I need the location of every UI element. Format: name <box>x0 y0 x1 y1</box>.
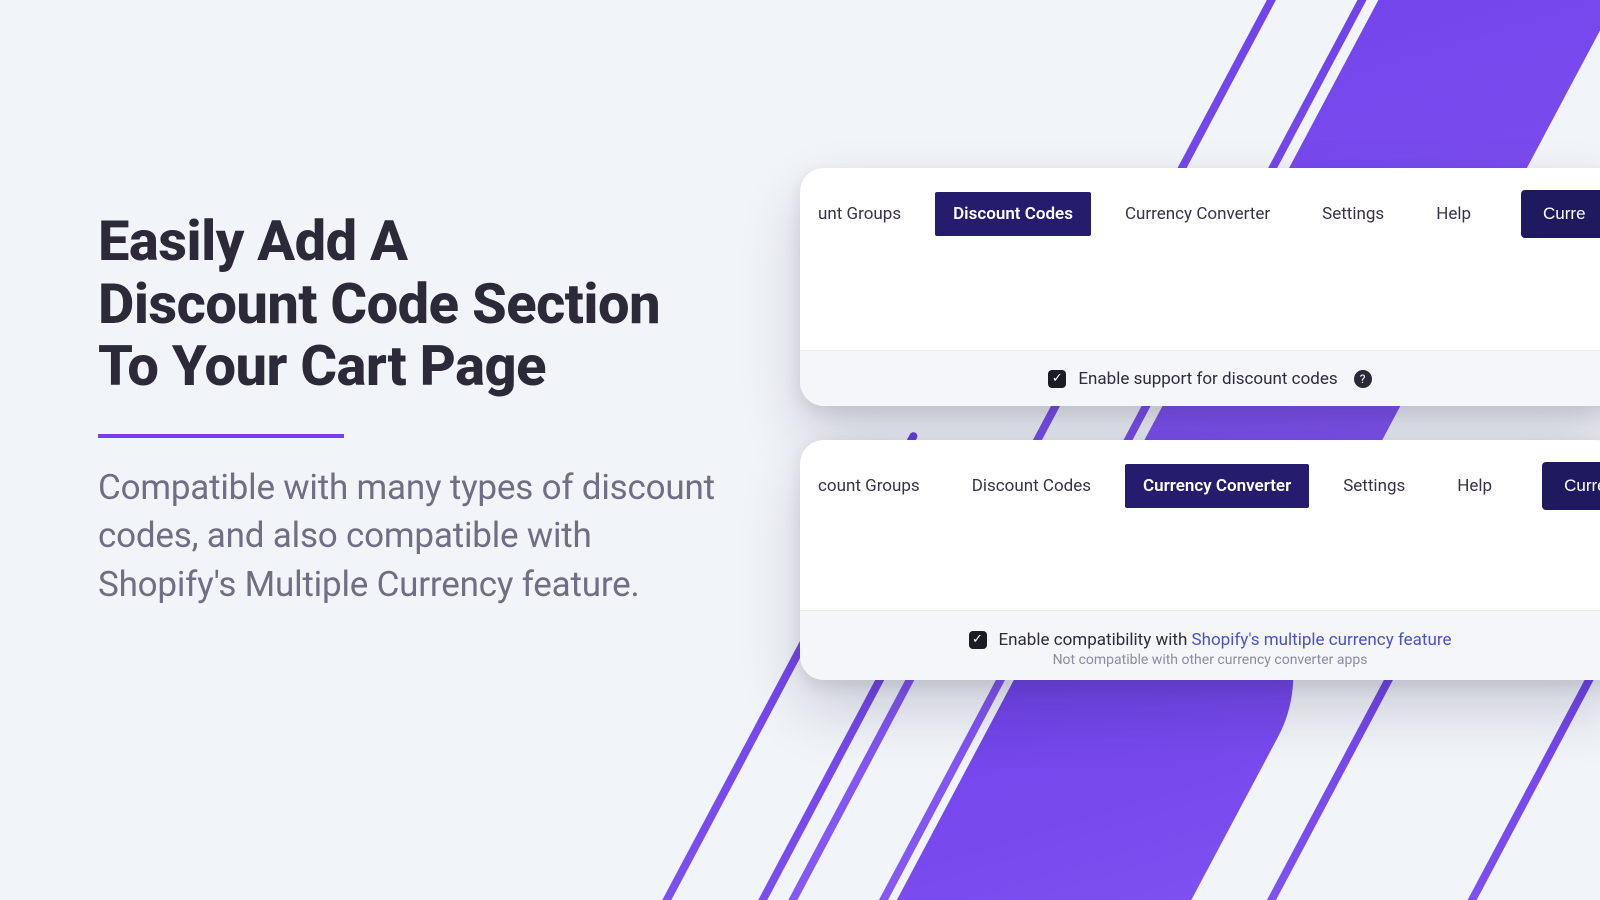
help-icon[interactable]: ? <box>1354 370 1372 388</box>
option-label: Enable compatibility with Shopify's mult… <box>999 630 1452 650</box>
tabbar: unt Groups Discount Codes Currency Conve… <box>800 168 1600 252</box>
headline-line: To Your Cart Page <box>98 333 546 399</box>
current-plan-button[interactable]: Curre <box>1521 190 1600 238</box>
headline-line: Discount Code Section <box>98 271 660 337</box>
screenshot-card-currency-converter: count Groups Discount Codes Currency Con… <box>800 440 1600 680</box>
tab-help[interactable]: Help <box>1439 464 1510 508</box>
marketing-copy: Easily Add A Discount Code Section To Yo… <box>98 210 738 609</box>
tab-settings[interactable]: Settings <box>1304 192 1402 236</box>
option-row-enable-codes: ✓ Enable support for discount codes ? <box>800 350 1600 406</box>
subhead: Compatible with many types of discount c… <box>98 464 738 609</box>
option-row-enable-multicurrency: ✓ Enable compatibility with Shopify's mu… <box>800 610 1600 680</box>
shopify-currency-link[interactable]: Shopify's multiple currency feature <box>1192 630 1452 650</box>
tab-discount-groups[interactable]: unt Groups <box>818 192 919 236</box>
tab-help[interactable]: Help <box>1418 192 1489 236</box>
tabbar: count Groups Discount Codes Currency Con… <box>800 440 1600 524</box>
option-label: Enable support for discount codes <box>1078 369 1337 389</box>
headline: Easily Add A Discount Code Section To Yo… <box>98 210 738 398</box>
headline-line: Easily Add A <box>98 208 408 274</box>
checkbox-enable-multicurrency[interactable]: ✓ <box>969 631 987 649</box>
tab-currency-converter[interactable]: Currency Converter <box>1125 464 1309 508</box>
tab-discount-codes[interactable]: Discount Codes <box>935 192 1091 236</box>
headline-rule <box>98 434 344 438</box>
tab-discount-codes[interactable]: Discount Codes <box>954 464 1109 508</box>
current-plan-button[interactable]: Current Plan <box>1542 462 1600 510</box>
tab-settings[interactable]: Settings <box>1325 464 1423 508</box>
promo-stage: Easily Add A Discount Code Section To Yo… <box>0 0 1600 900</box>
screenshot-card-discount-codes: unt Groups Discount Codes Currency Conve… <box>800 168 1600 406</box>
checkbox-enable-codes[interactable]: ✓ <box>1048 370 1066 388</box>
tab-discount-groups[interactable]: count Groups <box>818 464 938 508</box>
option-note: Not compatible with other currency conve… <box>1053 652 1368 668</box>
tab-currency-converter[interactable]: Currency Converter <box>1107 192 1288 236</box>
